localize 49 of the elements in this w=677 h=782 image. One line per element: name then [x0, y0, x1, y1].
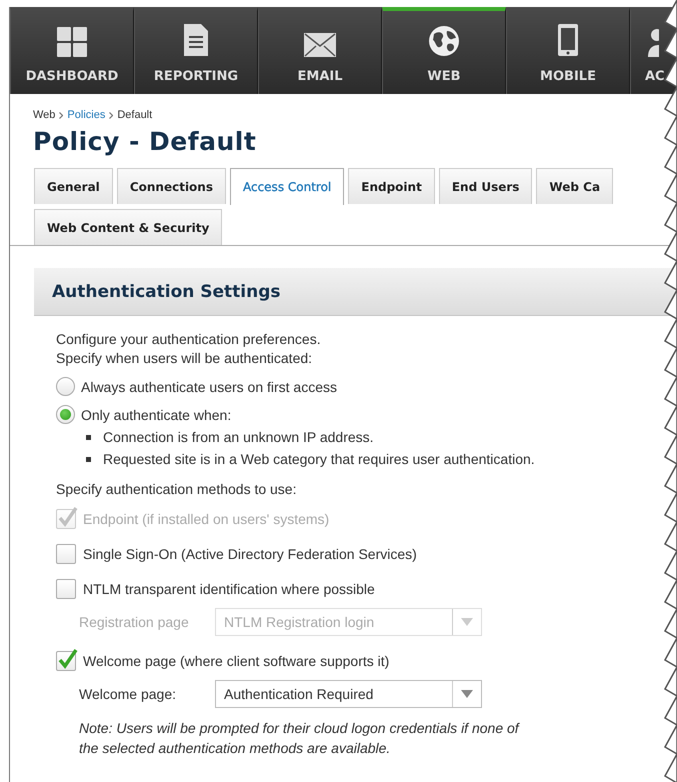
select-label: Welcome page:: [79, 686, 178, 702]
checkbox-label: Welcome page (where client software supports it): [83, 653, 390, 669]
nav-tab[interactable]: REPORTING: [134, 7, 258, 94]
radio-button[interactable]: [56, 405, 75, 424]
condition-text: Requested site is in a Web category that requires user authentication.: [103, 451, 535, 467]
section-header: Authentication Settings: [34, 268, 677, 316]
document-icon: [183, 23, 209, 57]
checkbox-label: NTLM transparent identification where possible: [83, 581, 375, 597]
tab[interactable]: Connections: [116, 168, 226, 204]
bullet-icon: [86, 456, 91, 462]
radio-label: Only authenticate when:: [81, 406, 232, 422]
nav-tab[interactable]: DASHBOARD: [10, 7, 134, 94]
tab[interactable]: Web Content & Security: [34, 209, 222, 245]
tab[interactable]: End Users: [438, 168, 532, 204]
person-icon: [645, 27, 659, 57]
caret-icon: [461, 690, 473, 698]
checkbox[interactable]: [56, 579, 76, 599]
checkbox-label: Endpoint (if installed on users' systems): [83, 511, 330, 527]
intro-text: Configure your authentication preferences.: [56, 330, 322, 349]
radio-label: Always authenticate users on first access: [81, 378, 338, 394]
phone-icon: [557, 23, 579, 57]
select-label: Registration page: [79, 614, 190, 630]
checkbox[interactable]: [56, 651, 76, 671]
breadcrumb-item: Web: [33, 109, 56, 121]
bullet-icon: [86, 434, 91, 440]
chevron-icon: [109, 112, 114, 118]
tab[interactable]: Endpoint: [348, 168, 435, 204]
chevron-icon: [59, 112, 64, 118]
checkbox[interactable]: [56, 544, 76, 564]
methods-heading: Specify authentication methods to use:: [56, 481, 298, 497]
note-text: Note: Users will be prompted for their cloud logon credentials if none of the selected authentication methods are available.: [79, 719, 521, 758]
intro-text: Specify when users will be authenticated:: [56, 349, 314, 368]
tab[interactable]: General: [34, 168, 113, 204]
tab[interactable]: Web Ca: [536, 168, 614, 204]
breadcrumb-item: Default: [117, 109, 152, 121]
nav-tab[interactable]: WEB: [382, 7, 506, 94]
tab[interactable]: Access Control: [230, 168, 344, 205]
envelope-icon: [304, 33, 336, 57]
globe-icon: [428, 25, 460, 57]
page-title: Policy - Default: [33, 127, 258, 156]
radio-button[interactable]: [56, 377, 75, 396]
nav-tab[interactable]: EMAIL: [258, 7, 382, 94]
grid-icon: [57, 27, 87, 57]
nav-tab[interactable]: MOBILE: [506, 7, 630, 94]
dropdown[interactable]: Authentication Required: [215, 680, 482, 708]
caret-icon: [461, 618, 473, 626]
condition-text: Connection is from an unknown IP address.: [103, 429, 374, 445]
checkbox-label: Single Sign-On (Active Directory Federation Services): [83, 546, 417, 562]
breadcrumb-link[interactable]: Policies: [67, 109, 106, 121]
